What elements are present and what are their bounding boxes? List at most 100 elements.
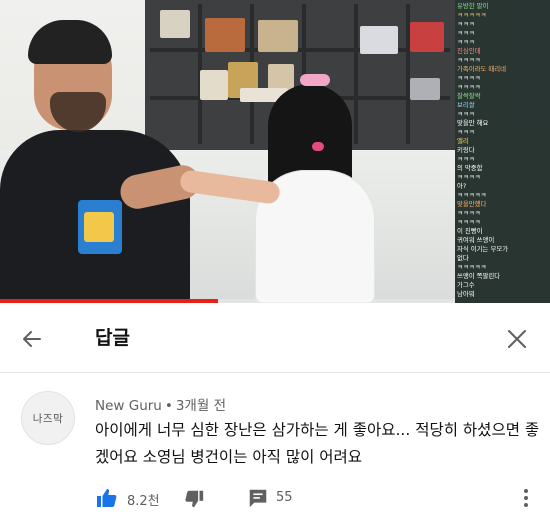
chat-message: 자식 이기는 부모가 <box>457 245 548 254</box>
thumbs-down-icon <box>185 490 204 508</box>
video-frame[interactable] <box>0 0 455 303</box>
close-icon <box>508 330 526 348</box>
chat-message: ㅋㅋㅋ <box>457 155 548 164</box>
dislike-button[interactable] <box>183 488 205 510</box>
chat-message: ㅋㅋㅋ <box>457 29 548 38</box>
chat-message-text: ㅋㅋㅋㅋ <box>457 74 481 82</box>
comment-time: 3개월 전 <box>175 398 226 414</box>
chat-message: 키링다 <box>457 146 548 155</box>
replies-header: 답글 <box>0 303 550 373</box>
reply-button[interactable] <box>247 487 269 509</box>
chat-message: ㅋㅋㅋㅋ <box>457 83 548 92</box>
chat-message-text: 유방한 말이 <box>457 2 489 10</box>
chat-message-text: ㅋㅋㅋ <box>457 20 475 28</box>
chat-message-text: ㅋㅋㅋㅋ <box>457 83 481 91</box>
shelf-item <box>410 78 440 100</box>
chat-message: 가그수 <box>457 281 548 290</box>
live-chat-overlay: 유방한 말이 ㅋㅋㅋㅋㅋ ㅋㅋㅋ ㅋㅋㅋ ㅋㅋㅋ 진심인데 ㅋㅋㅋㅋ 가족이라도 때리네 ㅋㅋㅋ… <box>455 0 550 303</box>
chat-message: ㅋㅋㅋㅋ <box>457 56 548 65</box>
chat-message-text: ㅋㅋㅋ <box>457 155 475 163</box>
chat-message-text: 가족이라도 때리네 <box>457 65 507 73</box>
chat-message: 유방한 말이 <box>457 2 548 11</box>
arrow-left-icon <box>23 331 41 347</box>
shelf-item <box>258 20 298 52</box>
chat-message: 가족이라도 때리네 <box>457 65 548 74</box>
chat-message-text: ㅋㅋㅋㅋ <box>457 209 481 217</box>
chat-message-text: ㅋㅋㅋㅋㅋ <box>457 11 487 19</box>
reply-count: 55 <box>276 490 293 505</box>
comment-text: 아이에게 너무 심한 장난은 삼가하는 게 좋아요... 적당히 하셨으면 좋겠… <box>95 421 540 466</box>
shelf-item <box>160 10 190 38</box>
chat-message-text: 보리쌀 <box>457 101 475 109</box>
chat-message: 엘리 <box>457 137 548 146</box>
chat-message: 없다 <box>457 254 548 263</box>
chat-message-text: 맞을만 해요 <box>457 119 489 127</box>
comment-author[interactable]: New Guru <box>95 398 162 414</box>
chat-message: 진심인데 <box>457 47 548 56</box>
chat-message-text: ㅋㅋㅋ <box>457 29 475 37</box>
chat-message: 귀여워 쓰앵이 <box>457 236 548 245</box>
chat-message-text: 아? <box>457 182 467 190</box>
chat-message: ㅋㅋㅋㅋ <box>457 173 548 182</box>
meta-separator: • <box>164 398 173 414</box>
chat-message-text: 의 막중함 <box>457 164 483 172</box>
chat-message: ㅋㅋㅋㅋㅋ <box>457 263 548 272</box>
chat-message: 이 진빵이 <box>457 227 548 236</box>
chat-message: ㅋㅋㅋ <box>457 20 548 29</box>
chat-message: ㅋㅋㅋ <box>457 110 548 119</box>
chat-message: ㅋㅋㅋㅋ <box>457 218 548 227</box>
chat-message-text: 가그수 <box>457 281 475 289</box>
like-count: 8.2천 <box>127 494 160 509</box>
close-button[interactable] <box>503 325 531 353</box>
chat-message-text: ㅋㅋㅋㅋㅋ <box>457 263 487 271</box>
chat-message-text: ㅋㅋㅋㅋㅋ <box>457 191 487 199</box>
shelf-item <box>410 22 444 52</box>
thumbs-up-icon <box>97 489 117 507</box>
chat-message-text: ㅋㅋㅋㅋ <box>457 218 481 226</box>
like-button[interactable] <box>95 486 119 510</box>
chat-message: 남아뭐 <box>457 290 548 299</box>
hair-clip <box>300 74 330 86</box>
chat-message: 찰싹찰싹 <box>457 92 548 101</box>
chat-message: ㅋㅋㅋ <box>457 128 548 137</box>
comment-icon <box>249 489 267 508</box>
chat-message-text: 자식 이기는 부모가 <box>457 245 509 253</box>
shirt-print-detail <box>84 212 114 242</box>
chat-message-text: 이 진빵이 <box>457 227 483 235</box>
avatar-label: 나즈막 <box>32 412 64 425</box>
chat-message-text: 진심인데 <box>457 47 481 55</box>
chat-message: 맞을만 해요 <box>457 119 548 128</box>
chat-message-text: 맞을만했다 <box>457 200 487 208</box>
chat-message: ㅋㅋㅋㅋ <box>457 74 548 83</box>
comment-actions: 8.2천 55 <box>95 486 545 514</box>
chat-message-text: 찰싹찰싹 <box>457 92 481 100</box>
shelf-item <box>360 26 398 54</box>
chat-message: ㅋㅋㅋㅋㅋ <box>457 11 548 20</box>
chat-message: 의 막중함 <box>457 164 548 173</box>
chat-message-text: 쓰앵이 쪽팔린다 <box>457 272 501 280</box>
avatar[interactable]: 나즈막 <box>21 391 75 445</box>
man-hair <box>28 20 112 64</box>
chat-message-text: 키링다 <box>457 146 475 154</box>
more-vert-icon <box>524 489 528 507</box>
chat-message: ㅋㅋㅋㅋ <box>457 209 548 218</box>
more-options-button[interactable] <box>515 486 537 510</box>
chat-message-text: ㅋㅋㅋㅋ <box>457 56 481 64</box>
chat-message: ㅋㅋㅋ <box>457 38 548 47</box>
back-button[interactable] <box>18 325 46 353</box>
comment-meta: New Guru • 3개월 전 <box>95 394 226 414</box>
replies-title: 답글 <box>95 327 130 349</box>
chat-message: 맞을만했다 <box>457 200 548 209</box>
chat-message-text: ㅋㅋㅋㅋ <box>457 173 481 181</box>
shelf-item <box>205 18 245 52</box>
hair-tie <box>312 142 324 151</box>
chat-message-text: ㅋㅋㅋ <box>457 128 475 136</box>
chat-message: ㅋㅋㅋㅋㅋ <box>457 191 548 200</box>
chat-message-text: 귀여워 쓰앵이 <box>457 236 495 244</box>
chat-message-text: 없다 <box>457 254 469 262</box>
chat-message: 보리쌀 <box>457 101 548 110</box>
video-player[interactable]: 유방한 말이 ㅋㅋㅋㅋㅋ ㅋㅋㅋ ㅋㅋㅋ ㅋㅋㅋ 진심인데 ㅋㅋㅋㅋ 가족이라도 때리네 ㅋㅋㅋ… <box>0 0 550 303</box>
chat-message-text: ㅋㅋㅋ <box>457 38 475 46</box>
chat-message: 쓰앵이 쪽팔린다 <box>457 272 548 281</box>
chat-message-text: ㅋㅋㅋ <box>457 110 475 118</box>
